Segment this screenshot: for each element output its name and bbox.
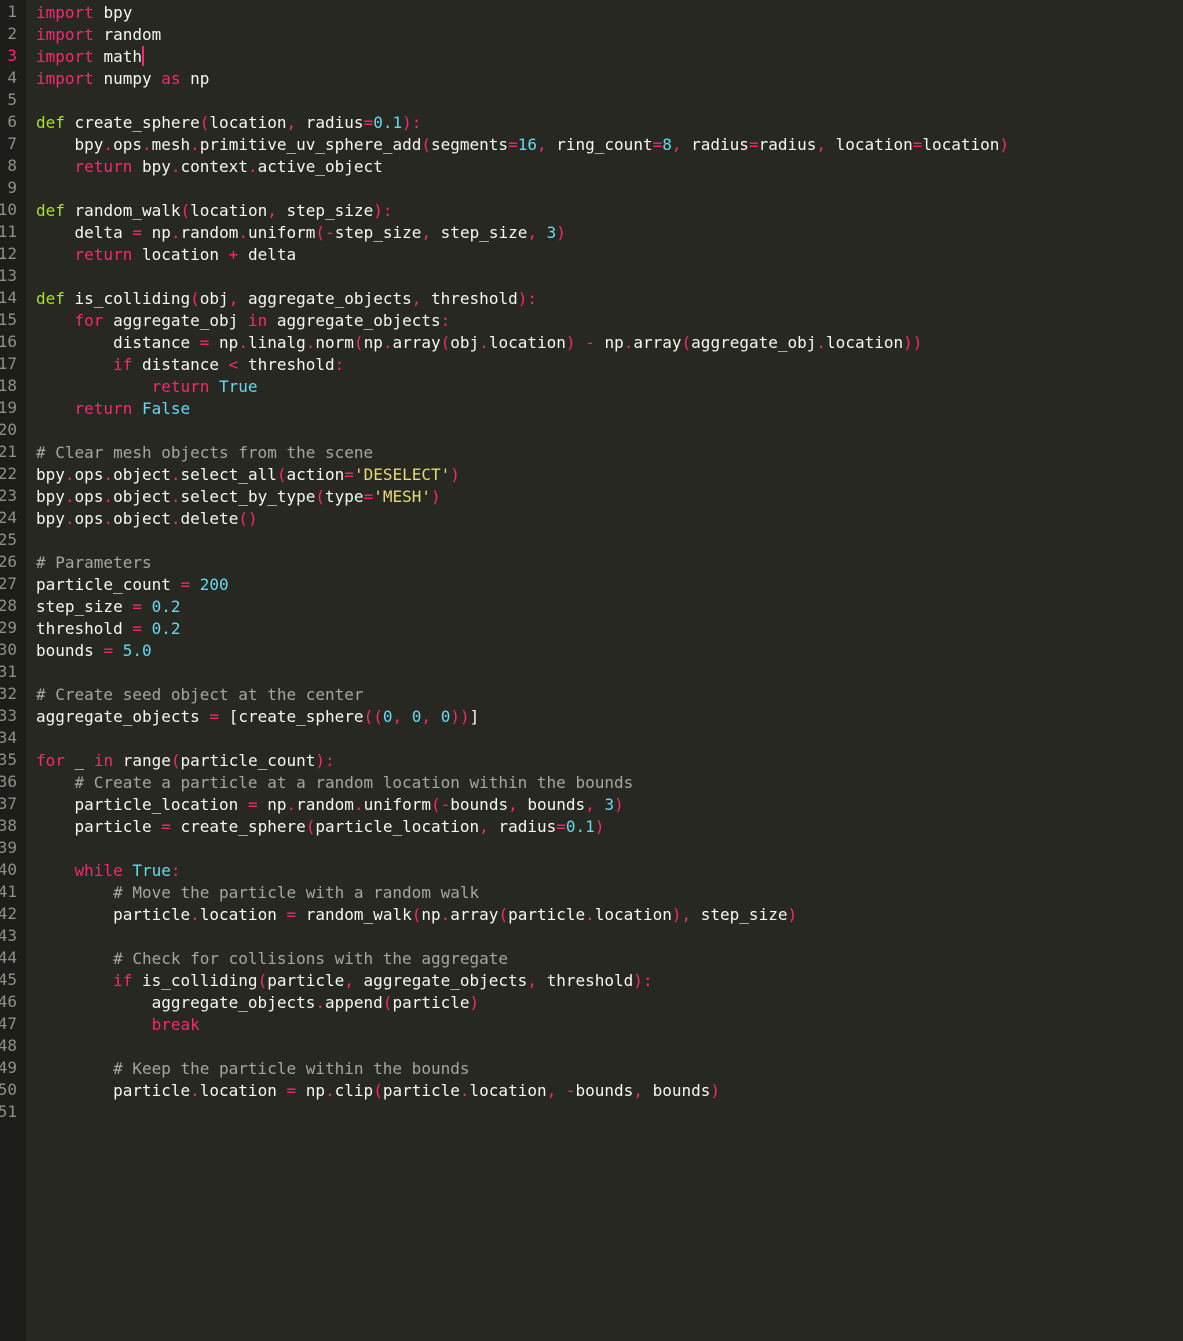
line-number: 13 — [0, 266, 17, 285]
line-number: 46 — [0, 992, 17, 1011]
code-line[interactable]: for aggregate_obj in aggregate_objects: — [36, 310, 451, 332]
code-line[interactable]: # Create seed object at the center — [36, 684, 364, 706]
line-number: 41 — [0, 882, 17, 901]
line-number: 38 — [0, 816, 17, 835]
code-line[interactable]: particle.location = np.clip(particle.loc… — [36, 1080, 720, 1102]
code-line[interactable]: import math — [36, 46, 144, 68]
line-number: 37 — [0, 794, 17, 813]
line-number: 10 — [0, 200, 17, 219]
line-number: 30 — [0, 640, 17, 659]
line-number: 6 — [7, 112, 17, 131]
code-line[interactable]: particle_count = 200 — [36, 574, 229, 596]
line-number: 16 — [0, 332, 17, 351]
code-line[interactable]: return bpy.context.active_object — [36, 156, 383, 178]
code-line[interactable]: if distance < threshold: — [36, 354, 344, 376]
line-number: 21 — [0, 442, 17, 461]
code-line[interactable]: return False — [36, 398, 191, 420]
line-number-gutter: 1 2 3 4 5 6 7 8 9 10 11 12 13 14 15 16 17 18 19 20 21 22 23 24 2… — [0, 0, 26, 1341]
line-number: 1 — [7, 2, 17, 21]
code-line[interactable]: while True: — [36, 860, 181, 882]
code-line[interactable]: break — [36, 1014, 200, 1036]
code-line[interactable]: def create_sphere(location, radius=0.1): — [36, 112, 421, 134]
code-line[interactable]: particle_location = np.random.uniform(-b… — [36, 794, 624, 816]
code-line[interactable]: delta = np.random.uniform(-step_size, st… — [36, 222, 566, 244]
code-line[interactable]: # Parameters — [36, 552, 152, 574]
line-number: 5 — [7, 90, 17, 109]
line-number: 45 — [0, 970, 17, 989]
code-line[interactable]: # Create a particle at a random location… — [36, 772, 634, 794]
code-area[interactable]: import bpy import random import math import… — [36, 1, 1183, 1341]
line-number: 3 — [7, 46, 17, 65]
code-line[interactable]: import bpy — [36, 2, 132, 24]
code-line[interactable]: import random — [36, 24, 161, 46]
line-number: 18 — [0, 376, 17, 395]
line-number: 22 — [0, 464, 17, 483]
line-number: 51 — [0, 1102, 17, 1121]
line-number: 49 — [0, 1058, 17, 1077]
line-number: 28 — [0, 596, 17, 615]
code-line[interactable]: bpy.ops.object.select_all(action='DESELE… — [36, 464, 460, 486]
code-line[interactable]: import numpy as np — [36, 68, 209, 90]
line-number: 42 — [0, 904, 17, 923]
line-number: 31 — [0, 662, 17, 681]
code-line[interactable]: bpy.ops.object.delete() — [36, 508, 258, 530]
code-editor[interactable]: 1 2 3 4 5 6 7 8 9 10 11 12 13 14 15 16 17 18 19 20 21 22 23 24 2… — [0, 0, 1183, 1341]
line-number: 26 — [0, 552, 17, 571]
line-number: 23 — [0, 486, 17, 505]
code-line[interactable]: threshold = 0.2 — [36, 618, 181, 640]
line-number: 36 — [0, 772, 17, 791]
code-line[interactable]: distance = np.linalg.norm(np.array(obj.l… — [36, 332, 922, 354]
line-number: 20 — [0, 420, 17, 439]
code-line[interactable]: bpy.ops.mesh.primitive_uv_sphere_add(seg… — [36, 134, 1010, 156]
code-line[interactable]: particle.location = random_walk(np.array… — [36, 904, 797, 926]
line-number: 33 — [0, 706, 17, 725]
code-line[interactable]: aggregate_objects.append(particle) — [36, 992, 480, 1014]
line-number: 7 — [7, 134, 17, 153]
text-cursor — [141, 46, 144, 66]
code-line[interactable]: particle = create_sphere(particle_locati… — [36, 816, 605, 838]
line-number: 39 — [0, 838, 17, 857]
code-line[interactable]: def is_colliding(obj, aggregate_objects,… — [36, 288, 537, 310]
line-number: 14 — [0, 288, 17, 307]
line-number: 24 — [0, 508, 17, 527]
line-number: 47 — [0, 1014, 17, 1033]
line-number: 25 — [0, 530, 17, 549]
line-number: 8 — [7, 156, 17, 175]
line-number: 44 — [0, 948, 17, 967]
line-number: 19 — [0, 398, 17, 417]
code-line[interactable]: # Check for collisions with the aggregat… — [36, 948, 508, 970]
line-number: 50 — [0, 1080, 17, 1099]
line-number: 2 — [7, 24, 17, 43]
code-line[interactable]: def random_walk(location, step_size): — [36, 200, 392, 222]
code-line[interactable]: bpy.ops.object.select_by_type(type='MESH… — [36, 486, 441, 508]
code-line[interactable]: # Keep the particle within the bounds — [36, 1058, 469, 1080]
code-line[interactable]: step_size = 0.2 — [36, 596, 181, 618]
code-line[interactable]: return True — [36, 376, 258, 398]
line-number: 12 — [0, 244, 17, 263]
code-line[interactable]: bounds = 5.0 — [36, 640, 152, 662]
line-number: 48 — [0, 1036, 17, 1055]
line-number: 4 — [7, 68, 17, 87]
line-number: 11 — [0, 222, 17, 241]
code-line[interactable]: for _ in range(particle_count): — [36, 750, 335, 772]
line-number: 43 — [0, 926, 17, 945]
code-line[interactable]: # Move the particle with a random walk — [36, 882, 479, 904]
line-number: 35 — [0, 750, 17, 769]
line-number: 17 — [0, 354, 17, 373]
line-number: 27 — [0, 574, 17, 593]
line-number: 32 — [0, 684, 17, 703]
line-number: 9 — [7, 178, 17, 197]
code-line[interactable]: if is_colliding(particle, aggregate_obje… — [36, 970, 653, 992]
code-line[interactable]: # Clear mesh objects from the scene — [36, 442, 373, 464]
line-number: 34 — [0, 728, 17, 747]
line-number: 40 — [0, 860, 17, 879]
line-number: 29 — [0, 618, 17, 637]
line-number: 15 — [0, 310, 17, 329]
code-line[interactable]: aggregate_objects = [create_sphere((0, 0… — [36, 706, 479, 728]
code-line[interactable]: return location + delta — [36, 244, 297, 266]
